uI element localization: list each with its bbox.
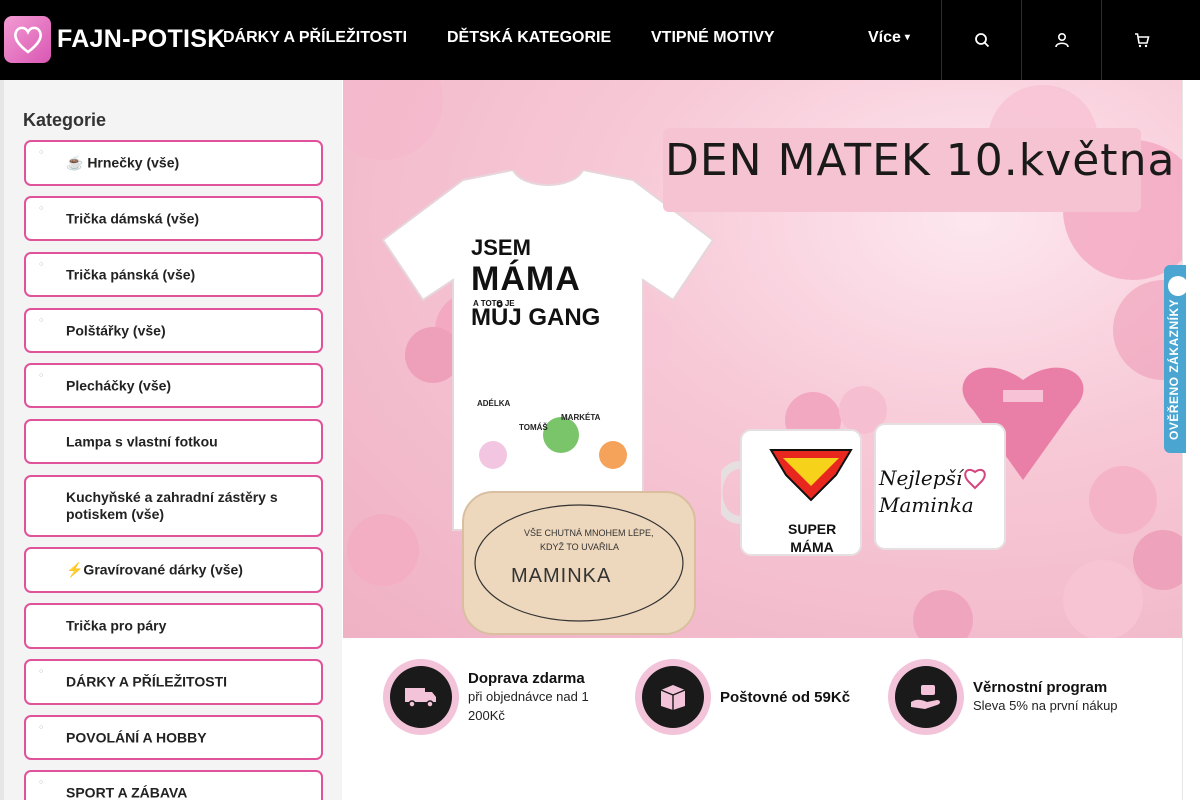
kid-name: TOMÁŠ: [519, 423, 548, 432]
nav-funny-motifs[interactable]: VTIPNÉ MOTIVY: [651, 29, 775, 47]
benefit-subtitle: při objednávce nad 1 200Kč: [468, 688, 589, 723]
category-label: Plecháčky (vše): [66, 377, 172, 393]
category-label: ☕ Hrnečky (vše): [66, 154, 180, 171]
mug-nejlepsi-maminka-text: Nejlepší Maminka: [879, 465, 974, 519]
hero-title: DEN MATEK 10.května: [665, 135, 1176, 186]
bullet-icon: ○: [39, 372, 44, 379]
chevron-down-icon: ▾: [904, 32, 910, 44]
benefit-subtitle: Sleva 5% na první nákup: [973, 698, 1118, 713]
site-header: FAJN-POTISK DÁRKY A PŘÍLEŽITOSTI DĚTSKÁ …: [0, 0, 1200, 80]
nav-more-dropdown[interactable]: Více ▾: [868, 29, 910, 47]
verified-badge-text: OVĚŘENO ZÁKAZNÍKY: [1167, 298, 1181, 440]
bullet-icon: ○: [39, 205, 44, 212]
benefit-title: Doprava zdarma: [468, 669, 585, 687]
sidebar-title: Kategorie: [23, 110, 107, 130]
shirt-text-muj-gang: MŮJ GANG: [471, 304, 601, 331]
heart-logo-icon: [4, 16, 51, 63]
category-label: Polštářky (vše): [66, 322, 166, 338]
category-label: DÁRKY A PŘÍLEŽITOSTI: [66, 673, 228, 690]
bullet-icon: ○: [39, 149, 44, 156]
category-engraved-gifts[interactable]: ⚡Gravírované dárky (vše): [24, 547, 323, 593]
category-mugs[interactable]: ○ ☕ Hrnečky (vše): [24, 140, 323, 186]
category-label: ⚡Gravírované dárky (vše): [66, 561, 243, 578]
shirt-text-mama: MÁMA: [471, 260, 581, 298]
benefit-icon-frame: [635, 659, 711, 735]
account-button[interactable]: [1021, 0, 1101, 80]
search-icon: [974, 33, 989, 48]
verified-by-customers-badge[interactable]: OVĚŘENO ZÁKAZNÍKY: [1164, 265, 1186, 453]
benefit-postage: Poštovné od 59Kč: [635, 658, 850, 736]
category-pillows[interactable]: ○ Polštářky (vše): [24, 308, 323, 353]
category-label: Trička pro páry: [66, 617, 167, 634]
tshirt-image: [381, 170, 715, 531]
board-text-line1: VŠE CHUTNÁ MNOHEM LÉPE,: [524, 528, 654, 538]
nav-gifts[interactable]: DÁRKY A PŘÍLEŽITOSTI: [223, 29, 407, 47]
category-label: Trička dámská (vše): [66, 210, 200, 226]
hero-banner[interactable]: JSEM MÁMA A TOTO JE MŮJ GANG ADÉLKA TOMÁ…: [343, 80, 1182, 638]
mug-text-line2: Maminka: [879, 493, 974, 517]
category-womens-tshirts[interactable]: ○ Trička dámská (vše): [24, 196, 323, 241]
category-label: Trička pánská (vše): [66, 266, 196, 282]
shirt-text-jsem: JSEM: [471, 235, 531, 260]
category-mens-tshirts[interactable]: ○ Trička pánská (vše): [24, 252, 323, 297]
benefit-title: Poštovné od 59Kč: [720, 688, 851, 706]
verified-seal-icon: [1168, 276, 1186, 296]
category-label: Kuchyňské a zahradní zástěry s potiskem …: [66, 489, 278, 522]
benefit-text: Věrnostní program Sleva 5% na první náku…: [973, 679, 1118, 715]
benefit-icon-frame: [383, 659, 459, 735]
board-text-name: MAMINKA: [511, 565, 612, 587]
benefit-free-shipping: Doprava zdarma při objednávce nad 1 200K…: [383, 658, 618, 736]
category-gifts-occasions[interactable]: ○ DÁRKY A PŘÍLEŽITOSTI: [24, 659, 323, 705]
bullet-icon: ○: [39, 317, 44, 324]
mug-super-mama-text: SUPER MÁMA: [788, 521, 837, 555]
bullet-icon: ○: [39, 779, 44, 786]
benefit-loyalty: Věrnostní program Sleva 5% na první náku…: [888, 658, 1118, 736]
kid-name: ADÉLKA: [477, 399, 511, 408]
hand-coin-icon: [895, 666, 957, 728]
category-label: SPORT A ZÁBAVA: [66, 784, 188, 800]
search-button[interactable]: [941, 0, 1021, 80]
user-icon: [1054, 32, 1069, 48]
benefit-text: Poštovné od 59Kč: [720, 689, 850, 706]
board-text-line2: KDYŽ TO UVAŘILA: [540, 542, 620, 552]
category-aprons[interactable]: Kuchyňské a zahradní zástěry s potiskem …: [24, 475, 323, 537]
nav-more-label: Více: [868, 29, 901, 46]
category-label: Lampa s vlastní fotkou: [66, 433, 218, 449]
package-box-icon: [642, 666, 704, 728]
benefit-title: Věrnostní program: [973, 679, 1108, 696]
category-sport-fun[interactable]: ○ SPORT A ZÁBAVA: [24, 770, 323, 800]
nav-kids-category[interactable]: DĚTSKÁ KATEGORIE: [447, 29, 611, 47]
category-couple-tshirts[interactable]: Trička pro páry: [24, 603, 323, 649]
cutting-board-image: [462, 491, 696, 635]
benefit-text: Doprava zdarma při objednávce nad 1 200K…: [468, 670, 618, 725]
bullet-icon: ○: [39, 668, 44, 675]
cart-button[interactable]: [1101, 0, 1181, 80]
cart-icon: [1134, 33, 1150, 48]
category-photo-lamp[interactable]: Lampa s vlastní fotkou: [24, 419, 323, 464]
bullet-icon: ○: [39, 724, 44, 731]
logo-text: FAJN-POTISK: [57, 25, 226, 53]
mug-text-line1: Nejlepší: [879, 466, 963, 490]
delivery-truck-icon: [390, 666, 452, 728]
kid-name: MARKÉTA: [561, 413, 601, 422]
category-tin-mugs[interactable]: ○ Plecháčky (vše): [24, 363, 323, 408]
benefit-icon-frame: [888, 659, 964, 735]
category-label: POVOLÁNÍ A HOBBY: [66, 729, 207, 745]
category-profession-hobby[interactable]: ○ POVOLÁNÍ A HOBBY: [24, 715, 323, 760]
site-logo[interactable]: FAJN-POTISK: [4, 16, 226, 63]
bullet-icon: ○: [39, 261, 44, 268]
